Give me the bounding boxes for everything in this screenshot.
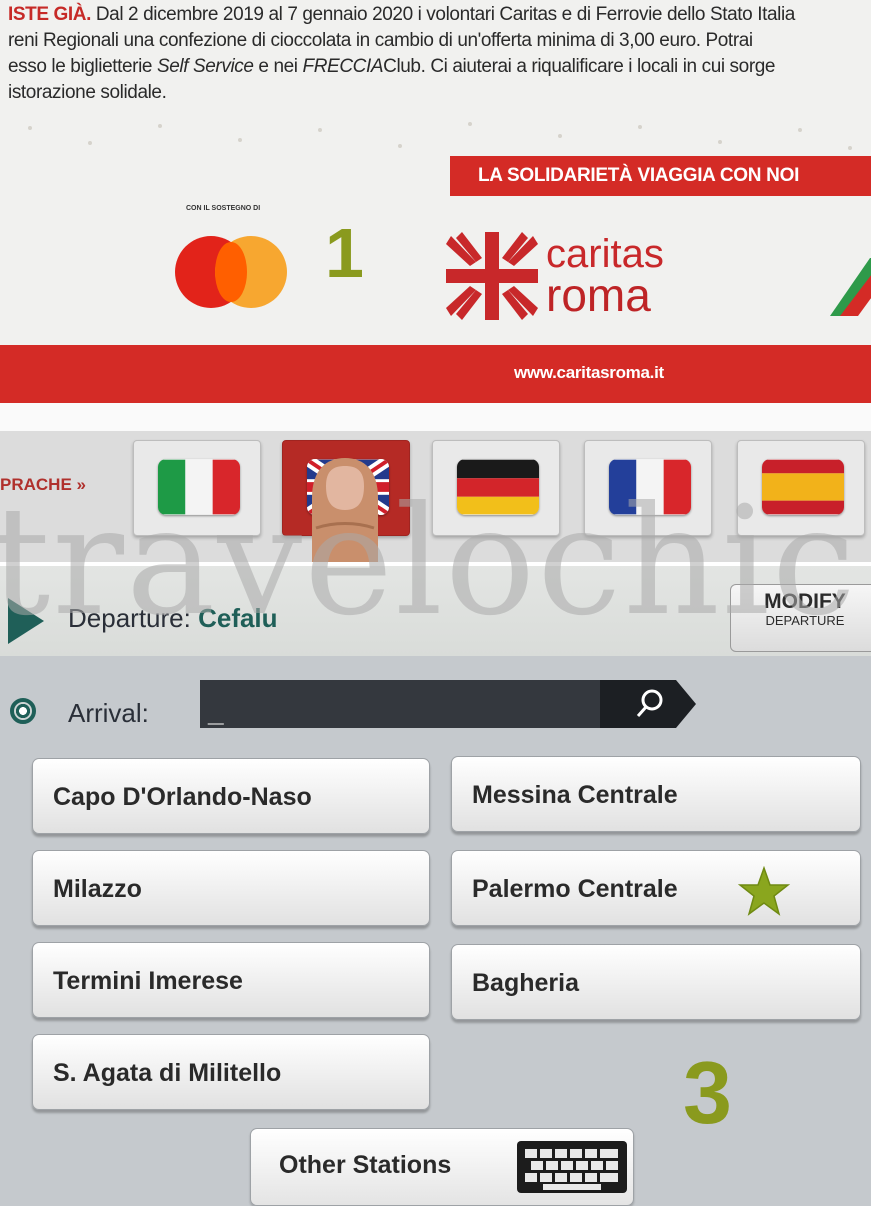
station-button-termini-imerese[interactable]: Termini Imerese — [32, 942, 430, 1018]
language-button-spanish[interactable] — [737, 440, 865, 536]
german-flag-icon — [457, 459, 539, 515]
departure-label: Departure: Cefalu — [68, 603, 278, 633]
language-button-french[interactable] — [584, 440, 712, 536]
spanish-flag-icon — [762, 459, 844, 515]
step-number-3: 3 — [683, 1043, 732, 1142]
arrival-input[interactable] — [200, 680, 620, 728]
play-arrow-icon — [8, 598, 44, 644]
promo-line-1: Dal 2 dicembre 2019 al 7 gennaio 2020 i … — [90, 4, 796, 25]
modify-label: MODIFY — [764, 590, 846, 613]
red-footer-bar — [0, 345, 871, 403]
input-cursor: _ — [208, 696, 224, 727]
italian-flag-icon — [158, 459, 240, 515]
departure-value: Cefalu — [198, 603, 278, 633]
caritas-word: caritas — [546, 232, 664, 276]
star-icon — [738, 866, 790, 916]
station-button-messina-centrale[interactable]: Messina Centrale — [451, 756, 861, 832]
modify-departure-button[interactable]: MODIFY DEPARTURE — [730, 584, 871, 652]
website-link[interactable]: www.caritasroma.it — [514, 363, 664, 383]
french-flag-icon — [609, 459, 691, 515]
divider — [0, 403, 871, 431]
station-button-palermo-centrale[interactable]: Palermo Centrale — [451, 850, 861, 926]
other-stations-label: Other Stations — [279, 1151, 452, 1179]
promo-highlight: ISTE GIÀ. — [8, 4, 91, 25]
arrival-label: Arrival: — [68, 698, 149, 728]
promo-text: ISTE GIÀ. Dal 2 dicembre 2019 al 7 genna… — [8, 2, 871, 106]
caritas-logo-icon — [446, 232, 538, 320]
languages-label: PRACHE » — [0, 475, 86, 494]
promo-line-3: esso le biglietterie Self Service e nei … — [8, 56, 776, 77]
promo-line-2: reni Regionali una confezione di cioccol… — [8, 30, 753, 51]
solidarity-banner: LA SOLIDARIETÀ VIAGGIA CON NOI — [450, 156, 871, 196]
language-button-german[interactable] — [432, 440, 560, 536]
keyboard-icon — [517, 1141, 627, 1193]
station-button-bagheria[interactable]: Bagheria — [451, 944, 861, 1020]
trenitalia-logo-icon — [830, 258, 871, 316]
station-button-milazzo[interactable]: Milazzo — [32, 850, 430, 926]
search-button[interactable] — [600, 680, 696, 728]
station-button-s-agata-di-militello[interactable]: S. Agata di Militello — [32, 1034, 430, 1110]
ticket-kiosk-screen: Departure: Cefalu MODIFY DEPARTURE Arriv… — [0, 566, 871, 1206]
station-button-capo-dorlando[interactable]: Capo D'Orlando-Naso — [32, 758, 430, 834]
caritas-promo-screen: ISTE GIÀ. Dal 2 dicembre 2019 al 7 genna… — [0, 0, 871, 562]
caritas-roma-wordmark: caritas roma — [546, 232, 664, 321]
arrival-row: Arrival: _ — [0, 658, 871, 748]
mastercard-logo — [175, 236, 287, 308]
other-stations-button[interactable]: Other Stations — [250, 1128, 634, 1206]
roma-word: roma — [546, 269, 651, 321]
arrival-radio[interactable] — [10, 698, 36, 724]
promo-line-4: istorazione solidale. — [8, 82, 167, 103]
departure-bar: Departure: Cefalu MODIFY DEPARTURE — [0, 566, 871, 656]
departure-sublabel: DEPARTURE — [765, 613, 845, 628]
language-button-italian[interactable] — [133, 440, 261, 536]
sponsor-label: CON IL SOSTEGNO DI — [186, 205, 261, 212]
dotted-pattern — [28, 122, 852, 150]
finger-photo — [312, 458, 378, 562]
step-number-1: 1 — [325, 214, 364, 292]
